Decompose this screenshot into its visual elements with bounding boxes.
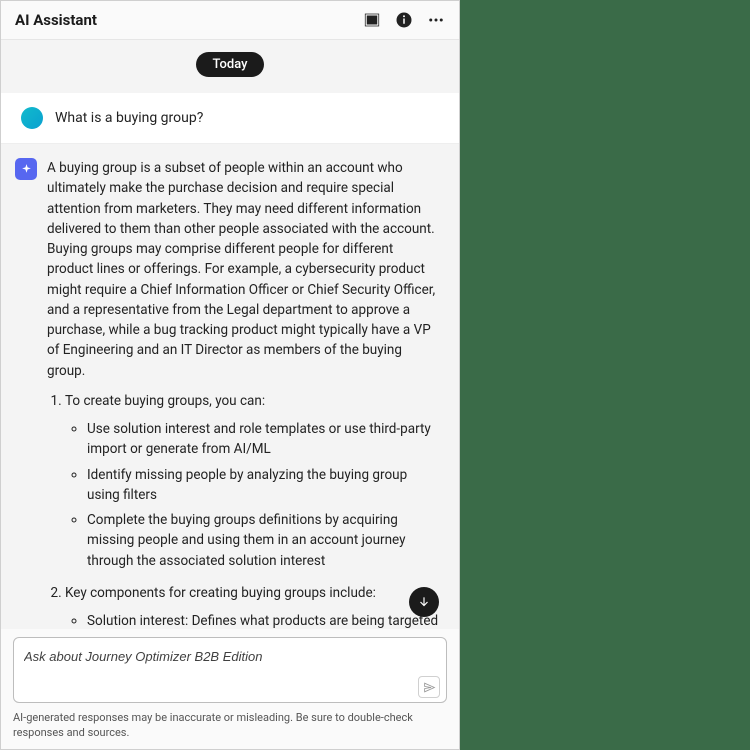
ai-assistant-panel: AI Assistant Today What is a buying grou… bbox=[0, 0, 460, 750]
step-1: To create buying groups, you can: Use so… bbox=[65, 391, 441, 571]
disclaimer-text: AI-generated responses may be inaccurate… bbox=[1, 707, 459, 749]
step-2-text: Key components for creating buying group… bbox=[65, 585, 376, 601]
bullet: Use solution interest and role templates… bbox=[87, 419, 441, 460]
bullet: Solution interest: Defines what products… bbox=[87, 611, 441, 629]
step-1-text: To create buying groups, you can: bbox=[65, 393, 265, 409]
date-divider: Today bbox=[1, 40, 459, 93]
input-area bbox=[1, 629, 459, 707]
header-actions bbox=[363, 11, 445, 29]
panel-header: AI Assistant bbox=[1, 1, 459, 40]
user-message-row: What is a buying group? bbox=[1, 93, 459, 144]
step-2-bullets: Solution interest: Defines what products… bbox=[65, 611, 441, 629]
fullscreen-icon[interactable] bbox=[363, 11, 381, 29]
user-message-text: What is a buying group? bbox=[55, 110, 203, 126]
prompt-input-box[interactable] bbox=[13, 637, 447, 703]
assistant-message: A buying group is a subset of people wit… bbox=[15, 158, 445, 629]
info-icon[interactable] bbox=[395, 11, 413, 29]
conversation-scroll[interactable]: A buying group is a subset of people wit… bbox=[1, 144, 459, 629]
answer-steps: To create buying groups, you can: Use so… bbox=[47, 391, 441, 630]
prompt-input[interactable] bbox=[24, 649, 415, 664]
bullet: Complete the buying groups definitions b… bbox=[87, 510, 441, 571]
bullet: Identify missing people by analyzing the… bbox=[87, 465, 441, 506]
answer-intro: A buying group is a subset of people wit… bbox=[47, 158, 441, 381]
date-pill: Today bbox=[196, 52, 263, 77]
user-avatar bbox=[21, 107, 43, 129]
more-icon[interactable] bbox=[427, 11, 445, 29]
step-2: Key components for creating buying group… bbox=[65, 583, 441, 630]
sparkle-icon bbox=[15, 158, 37, 180]
send-button[interactable] bbox=[418, 676, 440, 698]
step-1-bullets: Use solution interest and role templates… bbox=[65, 419, 441, 571]
panel-title: AI Assistant bbox=[15, 11, 97, 29]
assistant-answer: A buying group is a subset of people wit… bbox=[47, 158, 445, 629]
